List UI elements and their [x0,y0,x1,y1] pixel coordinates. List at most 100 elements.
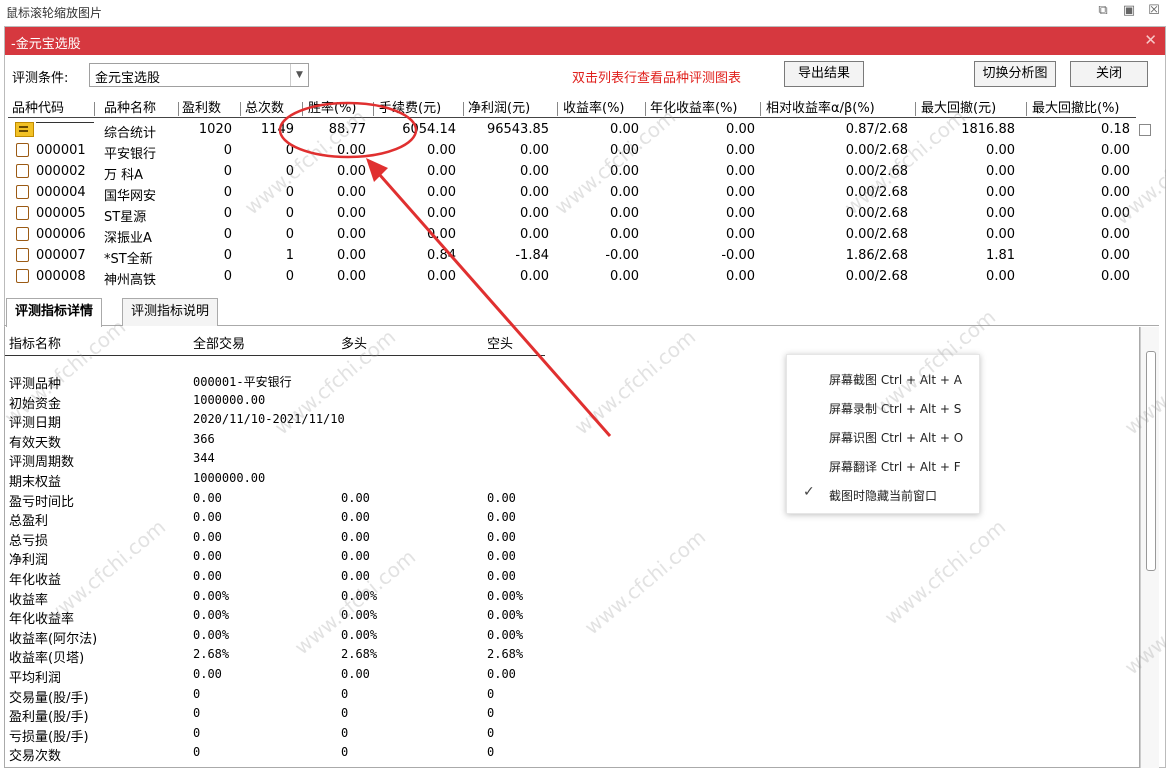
col-return[interactable]: 收益率(%) [563,100,625,118]
window-close-icon[interactable]: ✕ [1144,31,1157,49]
table-row[interactable]: 000005 ST星源 0 0 0.00 0.00 0.00 0.00 0.00 0.00/2.6… [8,204,1136,225]
detail-value-all: 0 [193,686,201,701]
table-row[interactable]: 000008 神州高铁 0 0 0.00 0.00 0.00 0.00 0.00 0.00/2.6… [8,267,1136,288]
cell-name: 万 科A [104,168,144,183]
cell-annual: 0.00 [726,143,755,158]
col-relative[interactable]: 相对收益率α/β(%) [766,100,875,118]
detail-header-name: 指标名称 [9,337,62,352]
col-rate[interactable]: 胜率(%) [308,100,357,118]
detail-value-all: 0.00 [193,569,222,583]
detail-value-short: 0 [487,706,495,721]
double-click-hint: 双击列表行查看品种评测图表 [572,71,742,86]
cell-ddr: 0.00 [1101,185,1130,200]
close-button[interactable]: 关闭 [1070,61,1148,87]
col-drawdown[interactable]: 最大回撤(元) [921,100,996,118]
col-win[interactable]: 盈利数 [182,100,221,118]
chevron-down-icon[interactable]: ▼ [290,64,308,86]
col-separator[interactable] [240,102,241,116]
col-separator[interactable] [94,102,95,116]
detail-row-label: 亏损量(股/手) [9,729,89,745]
col-separator[interactable] [463,102,464,116]
cell-rel: 0.00/2.68 [845,164,908,179]
detail-value-long: 0.00 [341,569,370,583]
export-button[interactable]: 导出结果 [784,61,864,87]
col-separator[interactable] [915,102,916,116]
popout-icon[interactable]: ⧉ [1094,2,1112,20]
detail-scrollbar[interactable] [1140,327,1159,768]
detail-value-all: 0.00 [193,490,222,505]
table-row[interactable]: 000001 平安银行 0 0 0.00 0.00 0.00 0.00 0.00 0.00/2.6… [8,141,1136,162]
cell-ddr: 0.00 [1101,143,1130,158]
detail-value-all: 0.00 [193,549,222,564]
switch-chart-button[interactable]: 切换分析图 [974,61,1056,87]
cell-rel: 0.00/2.68 [845,269,908,284]
col-separator[interactable] [178,102,179,116]
cell-rate: 0.00 [337,269,366,284]
close-icon[interactable]: ☒ [1145,2,1163,20]
detail-tabs: 评测指标详情 评测指标说明 [4,298,1159,327]
results-table: 品种代码 品种名称 盈利数 总次数 胜率(%) 手续费(元) 净利润(元) 收益… [8,100,1136,290]
cell-win: 0 [223,164,232,179]
cell-ret: 0.00 [610,185,639,200]
menu-item-hide-window[interactable]: 截图时隐藏当前窗口 [829,487,937,504]
table-row[interactable]: 000002 万 科A 0 0 0.00 0.00 0.00 0.00 0.00 0.00/2.6… [8,162,1136,183]
menu-item-screenshot[interactable]: 屏幕截图 Ctrl + Alt + A [829,371,962,388]
col-profit[interactable]: 净利润(元) [468,100,530,118]
cell-win: 0 [223,248,232,263]
cell-code: 000006 [36,227,86,242]
detail-header-long: 多头 [341,337,368,352]
detail-value-long: 0 [341,706,349,721]
cell-code: 000001 [36,143,86,158]
col-annual[interactable]: 年化收益率(%) [650,100,738,118]
table-row[interactable]: 000006 深振业A 0 0 0.00 0.00 0.00 0.00 0.00 0.00/2.6… [8,225,1136,246]
maximize-icon[interactable]: ▣ [1120,2,1138,20]
detail-value-all: 0.00 [193,529,222,544]
detail-value-short: 0 [487,745,495,760]
col-name[interactable]: 品种名称 [104,100,156,118]
menu-item-record[interactable]: 屏幕录制 Ctrl + Alt + S [829,400,961,417]
col-code[interactable]: 品种代码 [12,100,64,118]
table-row[interactable]: 综合统计 1020 1149 88.77 6054.14 96543.85 0.00 0.00… [8,120,1136,141]
col-fee[interactable]: 手续费(元) [379,100,441,118]
row-checkbox[interactable] [1139,124,1151,136]
detail-value-all: 2.68% [193,647,230,662]
condition-select[interactable]: 金元宝选股 ▼ [89,63,309,87]
col-total[interactable]: 总次数 [245,100,284,118]
col-separator[interactable] [1026,102,1027,116]
cell-ret: 0.00 [610,227,639,242]
col-separator[interactable] [373,102,374,116]
col-drawdown-ratio[interactable]: 最大回撤比(%) [1032,100,1120,118]
cell-ddr: 0.00 [1101,269,1130,284]
col-separator[interactable] [302,102,303,116]
detail-value-all: 1000000.00 [193,392,266,407]
scrollbar-thumb[interactable] [1146,351,1156,571]
cell-dd: 0.00 [986,185,1015,200]
cell-rate: 0.00 [337,164,366,179]
menu-item-ocr[interactable]: 屏幕识图 Ctrl + Alt + O [829,429,963,446]
detail-row-label: 收益率(阿尔法) [9,631,98,647]
tab-indicator-explain[interactable]: 评测指标说明 [122,298,219,326]
cell-rel: 0.00/2.68 [845,227,908,242]
table-row[interactable]: 000004 国华网安 0 0 0.00 0.00 0.00 0.00 0.00 0.00/2.6… [8,183,1136,204]
detail-value-short: 0.00% [487,627,524,642]
col-separator[interactable] [760,102,761,116]
table-row[interactable]: 000007 *ST全新 0 1 0.00 0.84 -1.84 -0.00 -0.00 1.86… [8,246,1136,267]
cell-profit: -1.84 [515,248,549,263]
cell-annual: 0.00 [726,206,755,221]
cell-code: 000004 [36,185,86,200]
cell-annual: 0.00 [726,269,755,284]
tab-indicator-detail[interactable]: 评测指标详情 [6,298,103,327]
window-titlebar: -金元宝选股 ✕ [5,27,1165,55]
cell-profit: 0.00 [520,185,549,200]
col-separator[interactable] [557,102,558,116]
col-separator[interactable] [645,102,646,116]
cell-fee: 0.00 [427,143,456,158]
cell-fee: 0.00 [427,227,456,242]
detail-value-long: 0.00 [341,490,370,505]
cell-code: 000005 [36,206,86,221]
cell-ddr: 0.00 [1101,164,1130,179]
cell-win: 0 [223,227,232,242]
detail-header-divider [5,355,545,356]
menu-item-translate[interactable]: 屏幕翻译 Ctrl + Alt + F [829,458,961,475]
cell-profit: 0.00 [520,143,549,158]
